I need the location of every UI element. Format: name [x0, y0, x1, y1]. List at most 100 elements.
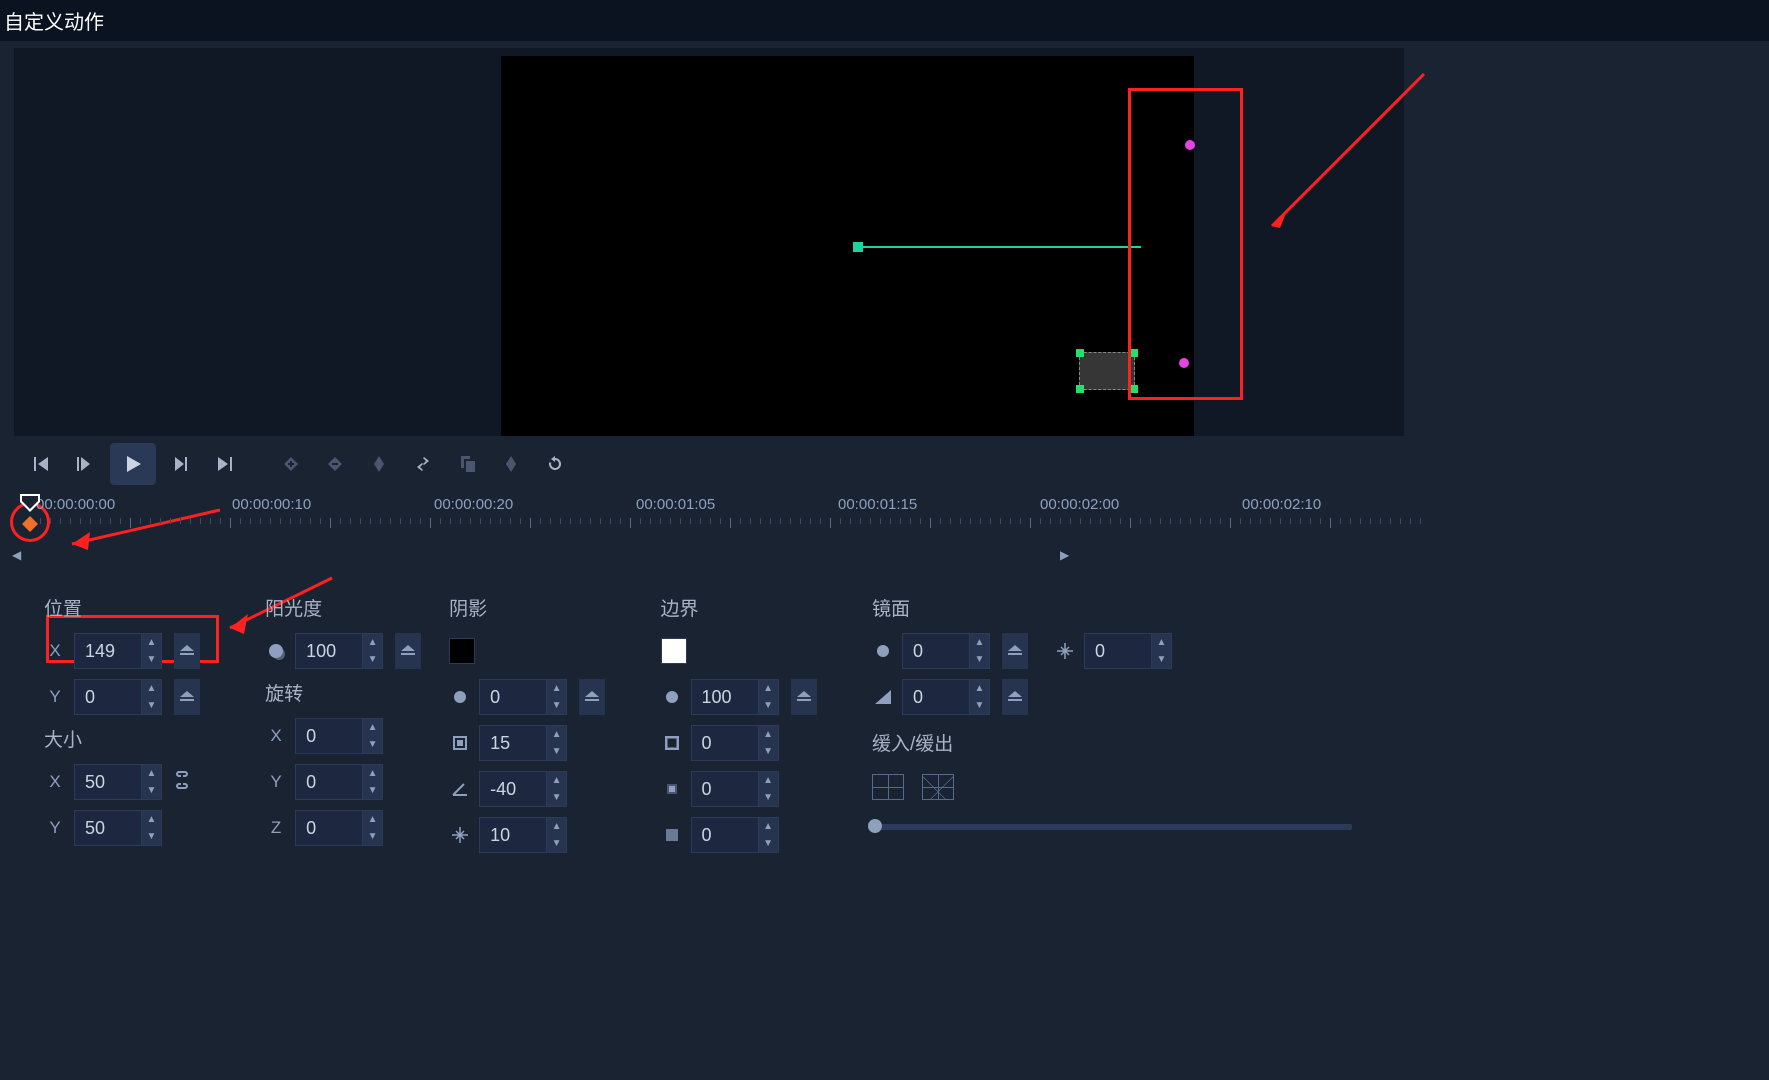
spin-down-icon[interactable]: ▼ [759, 789, 778, 806]
spin-up-icon[interactable]: ▲ [759, 818, 778, 835]
time-label: 00:00:00:20 [434, 496, 513, 513]
keyframe-point[interactable] [1179, 358, 1189, 368]
spin-up-icon[interactable]: ▲ [759, 726, 778, 743]
x-label: X [265, 726, 287, 746]
spin-down-icon[interactable]: ▼ [759, 697, 778, 714]
spin-down-icon[interactable]: ▼ [142, 697, 161, 714]
keyframe-point[interactable] [1185, 140, 1195, 150]
mirror-offset-icon [872, 686, 894, 708]
rotation-y-input[interactable]: ▲▼ [295, 764, 383, 800]
spin-down-icon[interactable]: ▼ [970, 697, 989, 714]
spin-down-icon[interactable]: ▼ [759, 743, 778, 760]
spin-up-icon[interactable]: ▲ [547, 772, 566, 789]
resize-handle[interactable] [1076, 349, 1084, 357]
rotation-z-input[interactable]: ▲▼ [295, 810, 383, 846]
preview-canvas[interactable] [501, 56, 1194, 436]
reset-keyframes-button[interactable] [536, 445, 574, 483]
resize-handle[interactable] [1076, 385, 1084, 393]
position-y-input[interactable]: ▲▼ [74, 679, 162, 715]
spin-up-icon[interactable]: ▲ [1152, 634, 1171, 651]
spin-up-icon[interactable]: ▲ [363, 634, 382, 651]
ease-linear-icon[interactable] [872, 774, 904, 800]
spin-up-icon[interactable]: ▲ [142, 811, 161, 828]
properties-panel: 位置 X ▲▼ Y ▲▼ 大小 X ▲▼ Y ▲▼ 阳光度 ▲▼ 旋转 [14, 586, 1404, 861]
slider-knob[interactable] [868, 819, 882, 833]
selection-box[interactable] [1079, 352, 1135, 390]
spin-up-icon[interactable]: ▲ [759, 680, 778, 697]
spin-up-icon[interactable]: ▲ [759, 772, 778, 789]
spin-up-icon[interactable]: ▲ [547, 680, 566, 697]
resize-handle[interactable] [1130, 385, 1138, 393]
spin-up-icon[interactable]: ▲ [970, 680, 989, 697]
border-color-swatch[interactable] [661, 638, 687, 664]
opacity-rotation-group: 阳光度 ▲▼ 旋转 X ▲▼ Y ▲▼ Z ▲▼ [265, 592, 421, 855]
spin-up-icon[interactable]: ▲ [547, 726, 566, 743]
shadow-opacity-input[interactable]: ▲▼ [479, 679, 567, 715]
size-x-input[interactable]: ▲▼ [74, 764, 162, 800]
spin-up-icon[interactable]: ▲ [142, 680, 161, 697]
swap-keyframe-button[interactable] [404, 445, 442, 483]
time-label: 00:00:01:15 [838, 496, 917, 513]
mirror-offset-input[interactable]: ▲▼ [902, 679, 990, 715]
size-y-input[interactable]: ▲▼ [74, 810, 162, 846]
border-radius-input[interactable]: ▲▼ [691, 817, 779, 853]
keyframe-toggle-button[interactable] [579, 679, 605, 715]
shadow-blur-input[interactable]: ▲▼ [479, 725, 567, 761]
border-feather-input[interactable]: ▲▼ [691, 771, 779, 807]
position-x-input[interactable]: ▲▼ [74, 633, 162, 669]
link-icon[interactable] [174, 770, 190, 795]
ease-curve-icon[interactable] [922, 774, 954, 800]
opacity-input[interactable]: ▲▼ [295, 633, 383, 669]
opacity-icon [661, 686, 683, 708]
timeline-scroll-left[interactable]: ◀ [12, 548, 21, 562]
step-forward-button[interactable] [162, 445, 200, 483]
time-label: 00:00:00:10 [232, 496, 311, 513]
ease-slider[interactable] [872, 824, 1352, 830]
timeline-scroll-right[interactable]: ▶ [1060, 548, 1069, 562]
spin-down-icon[interactable]: ▼ [363, 651, 382, 668]
keyframe-toggle-button[interactable] [1002, 679, 1028, 715]
spin-up-icon[interactable]: ▲ [363, 719, 382, 736]
play-button[interactable] [110, 443, 156, 485]
shadow-distance-input[interactable]: ▲▼ [479, 817, 567, 853]
mirror-distance-input[interactable]: ▲▼ [1084, 633, 1172, 669]
step-back-button[interactable] [66, 445, 104, 483]
spin-down-icon[interactable]: ▼ [759, 835, 778, 852]
keyframe-marker[interactable] [22, 516, 38, 537]
go-to-end-button[interactable] [206, 445, 244, 483]
spin-down-icon[interactable]: ▼ [142, 782, 161, 799]
spin-up-icon[interactable]: ▲ [363, 765, 382, 782]
spin-down-icon[interactable]: ▼ [970, 651, 989, 668]
playhead[interactable] [20, 494, 40, 512]
border-width-input[interactable]: ▲▼ [691, 725, 779, 761]
spin-down-icon[interactable]: ▼ [547, 835, 566, 852]
resize-handle[interactable] [1130, 349, 1138, 357]
keyframe-toggle-button[interactable] [791, 679, 817, 715]
spin-down-icon[interactable]: ▼ [547, 789, 566, 806]
rotation-x-input[interactable]: ▲▼ [295, 718, 383, 754]
shadow-color-swatch[interactable] [449, 638, 475, 664]
y-label: Y [265, 772, 287, 792]
spin-up-icon[interactable]: ▲ [363, 811, 382, 828]
spin-down-icon[interactable]: ▼ [363, 828, 382, 845]
timeline[interactable]: 00:00:00:00 00:00:00:10 00:00:00:20 00:0… [14, 496, 1404, 560]
spin-down-icon[interactable]: ▼ [142, 828, 161, 845]
spin-up-icon[interactable]: ▲ [142, 765, 161, 782]
spin-down-icon[interactable]: ▼ [363, 782, 382, 799]
keyframe-toggle-button[interactable] [174, 679, 200, 715]
go-to-start-button[interactable] [22, 445, 60, 483]
spin-up-icon[interactable]: ▲ [142, 634, 161, 651]
shadow-angle-input[interactable]: ▲▼ [479, 771, 567, 807]
spin-down-icon[interactable]: ▼ [1152, 651, 1171, 668]
mirror-opacity-input[interactable]: ▲▼ [902, 633, 990, 669]
keyframe-toggle-button[interactable] [1002, 633, 1028, 669]
spin-down-icon[interactable]: ▼ [547, 697, 566, 714]
spin-down-icon[interactable]: ▼ [363, 736, 382, 753]
spin-down-icon[interactable]: ▼ [142, 651, 161, 668]
keyframe-toggle-button[interactable] [174, 633, 200, 669]
keyframe-toggle-button[interactable] [395, 633, 421, 669]
border-opacity-input[interactable]: ▲▼ [691, 679, 779, 715]
spin-up-icon[interactable]: ▲ [970, 634, 989, 651]
spin-down-icon[interactable]: ▼ [547, 743, 566, 760]
spin-up-icon[interactable]: ▲ [547, 818, 566, 835]
